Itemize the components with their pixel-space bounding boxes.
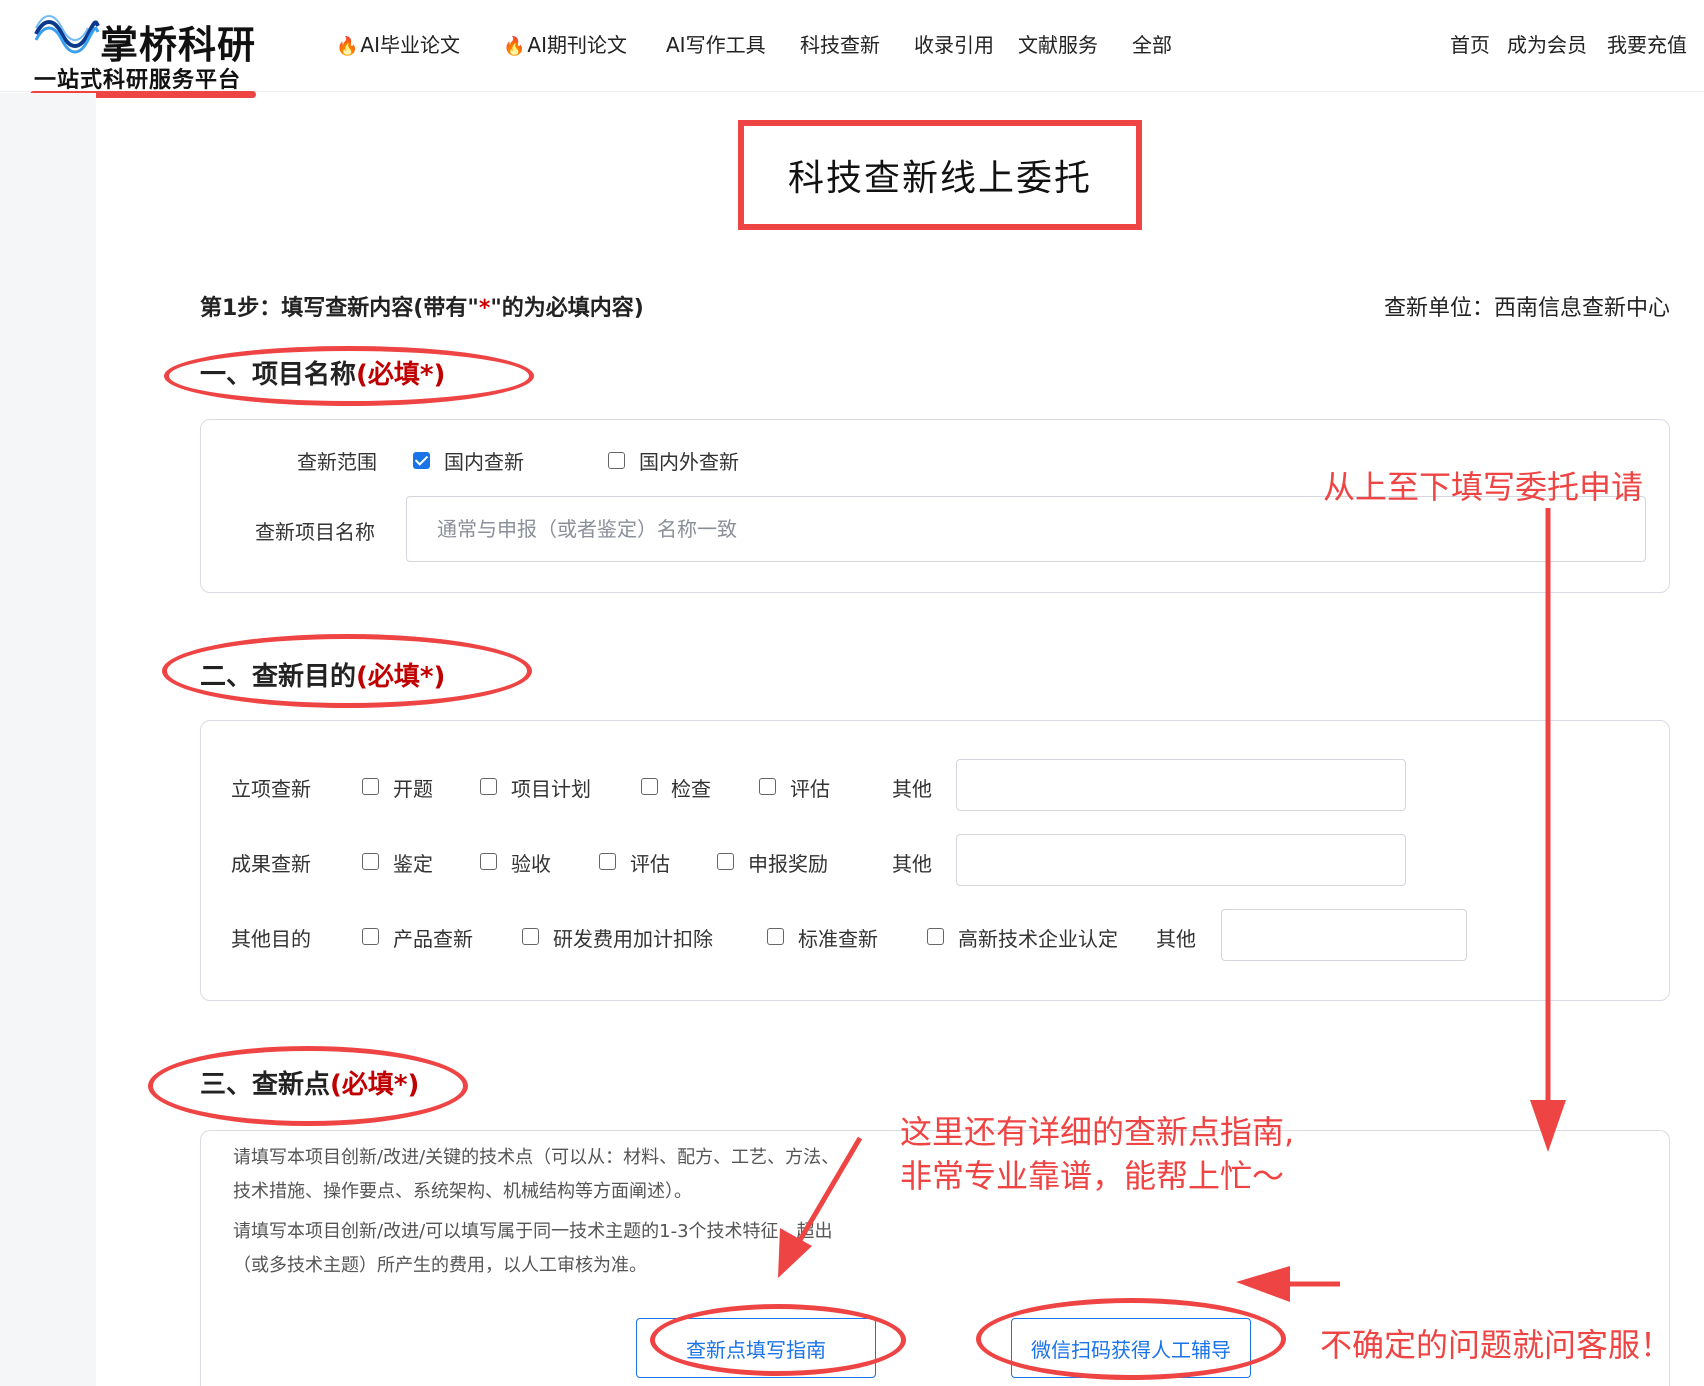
nav-label: AI期刊论文 — [527, 33, 628, 57]
brand-subtitle: 一站式科研服务平台 — [34, 68, 242, 93]
search-unit: 查新单位：西南信息查新中心 — [1383, 296, 1670, 321]
purpose-other-input[interactable] — [956, 834, 1406, 886]
left-gutter — [0, 93, 96, 1386]
purpose-checkbox[interactable] — [480, 853, 497, 870]
annotation-ellipse — [148, 1046, 468, 1126]
purpose-option-label[interactable]: 评估 — [630, 848, 670, 877]
annotation-service-note: 不确定的问题就问客服！ — [1320, 1326, 1673, 1364]
purpose-option-label[interactable]: 项目计划 — [511, 773, 591, 802]
purpose-other-label: 其他 — [892, 852, 932, 876]
project-name-label: 查新项目名称 — [255, 520, 375, 544]
top-header: 掌桥科研 一站式科研服务平台 🔥 AI毕业论文 🔥 AI期刊论文 AI写作工具 科技… — [0, 0, 1704, 98]
purpose-option-label[interactable]: 评估 — [790, 773, 830, 802]
step-instruction: 第1步：填写查新内容(带有"*"的为必填内容) — [200, 290, 644, 322]
scope-international-label[interactable]: 国内外查新 — [639, 446, 739, 475]
annotation-ellipse — [164, 346, 534, 406]
annotation-ellipse — [976, 1298, 1286, 1380]
purpose-option-label[interactable]: 检查 — [671, 773, 711, 802]
innovation-hint-2: 请填写本项目创新/改进/可以填写属于同一技术主题的1-3个技术特征，超出 （或多… — [233, 1215, 833, 1283]
annotation-guide-note: 这里还有详细的查新点指南, 非常专业靠谱，能帮上忙～ — [900, 1110, 1294, 1198]
recharge-link[interactable]: 我要充值 — [1607, 30, 1687, 60]
purpose-other-label: 其他 — [1156, 927, 1196, 951]
annotation-ellipse — [162, 634, 532, 708]
purpose-row-label: 成果查新 — [231, 852, 311, 876]
nav-item-ai-journal[interactable]: 🔥 AI期刊论文 — [503, 30, 627, 62]
annotation-top-down: 从上至下填写委托申请 — [1323, 468, 1644, 506]
purpose-option-label[interactable]: 验收 — [511, 848, 551, 877]
purpose-checkbox[interactable] — [767, 928, 784, 945]
purpose-checkbox[interactable] — [522, 928, 539, 945]
purpose-checkbox[interactable] — [362, 928, 379, 945]
annotation-line: 这里还有详细的查新点指南, — [900, 1113, 1295, 1151]
membership-link[interactable]: 成为会员 — [1507, 30, 1587, 60]
purpose-option-label[interactable]: 标准查新 — [798, 923, 878, 952]
purpose-checkbox[interactable] — [717, 853, 734, 870]
brand-title: 掌桥科研 — [100, 23, 257, 67]
wave-logo-icon — [34, 15, 100, 54]
nav-item-ai-writing[interactable]: AI写作工具 — [666, 30, 766, 60]
fire-icon: 🔥 — [336, 36, 359, 57]
fire-icon: 🔥 — [503, 36, 526, 57]
purpose-checkbox[interactable] — [480, 778, 497, 795]
purpose-checkbox[interactable] — [362, 778, 379, 795]
purpose-option-label[interactable]: 鉴定 — [393, 848, 433, 877]
nav-item-ai-thesis[interactable]: 🔥 AI毕业论文 — [336, 30, 460, 62]
page-title: 科技查新线上委托 — [787, 158, 1092, 199]
hint-line: 请填写本项目创新/改进/可以填写属于同一技术主题的1-3个技术特征，超出 — [233, 1221, 833, 1242]
nav-item-all[interactable]: 全部 — [1132, 30, 1172, 60]
purpose-row-label: 其他目的 — [231, 927, 311, 951]
scope-international-checkbox[interactable] — [608, 452, 625, 469]
purpose-option-label[interactable]: 开题 — [393, 773, 433, 802]
hint-line: （或多技术主题）所产生的费用，以人工审核为准。 — [233, 1255, 647, 1276]
purpose-option-label[interactable]: 高新技术企业认定 — [958, 923, 1118, 952]
required-star: * — [478, 296, 491, 321]
nav-item-literature[interactable]: 文献服务 — [1018, 30, 1098, 60]
purpose-checkbox[interactable] — [927, 928, 944, 945]
brand-logo[interactable]: 掌桥科研 一站式科研服务平台 — [34, 8, 274, 93]
purpose-other-input[interactable] — [1221, 909, 1467, 961]
purpose-row-label: 立项查新 — [231, 777, 311, 801]
scope-label: 查新范围 — [297, 450, 377, 474]
annotation-line: 非常专业靠谱，能帮上忙～ — [900, 1157, 1285, 1195]
page-title-highlight: 科技查新线上委托 — [738, 120, 1142, 230]
purpose-option-label[interactable]: 产品查新 — [393, 923, 473, 952]
innovation-hint-1: 请填写本项目创新/改进/关键的技术点（可以从：材料、配方、工艺、方法、 技术措施… — [233, 1141, 839, 1209]
hint-line: 技术措施、操作要点、系统架构、机械结构等方面阐述）。 — [233, 1181, 692, 1202]
purpose-option-label[interactable]: 申报奖励 — [748, 848, 828, 877]
nav-label: AI毕业论文 — [360, 33, 461, 57]
annotation-ellipse — [650, 1304, 906, 1376]
home-link[interactable]: 首页 — [1450, 30, 1490, 60]
purpose-checkbox[interactable] — [599, 853, 616, 870]
step-suffix: "的为必填内容) — [490, 296, 644, 321]
purpose-card: 立项查新 开题 项目计划 检查 评估 其他 成果查新 鉴定 验收 评估 申报奖励… — [200, 720, 1670, 1001]
scope-domestic-checkbox[interactable] — [413, 452, 430, 469]
purpose-other-label: 其他 — [892, 777, 932, 801]
step-prefix: 第1步：填写查新内容(带有" — [200, 296, 479, 321]
hint-line: 请填写本项目创新/改进/关键的技术点（可以从：材料、配方、工艺、方法、 — [233, 1147, 840, 1168]
scope-domestic-label[interactable]: 国内查新 — [444, 446, 524, 475]
nav-item-citation[interactable]: 收录引用 — [914, 30, 994, 60]
purpose-checkbox[interactable] — [362, 853, 379, 870]
purpose-other-input[interactable] — [956, 759, 1406, 811]
purpose-option-label[interactable]: 研发费用加计扣除 — [553, 923, 713, 952]
nav-item-novelty-search[interactable]: 科技查新 — [800, 30, 880, 60]
purpose-checkbox[interactable] — [641, 778, 658, 795]
purpose-checkbox[interactable] — [759, 778, 776, 795]
